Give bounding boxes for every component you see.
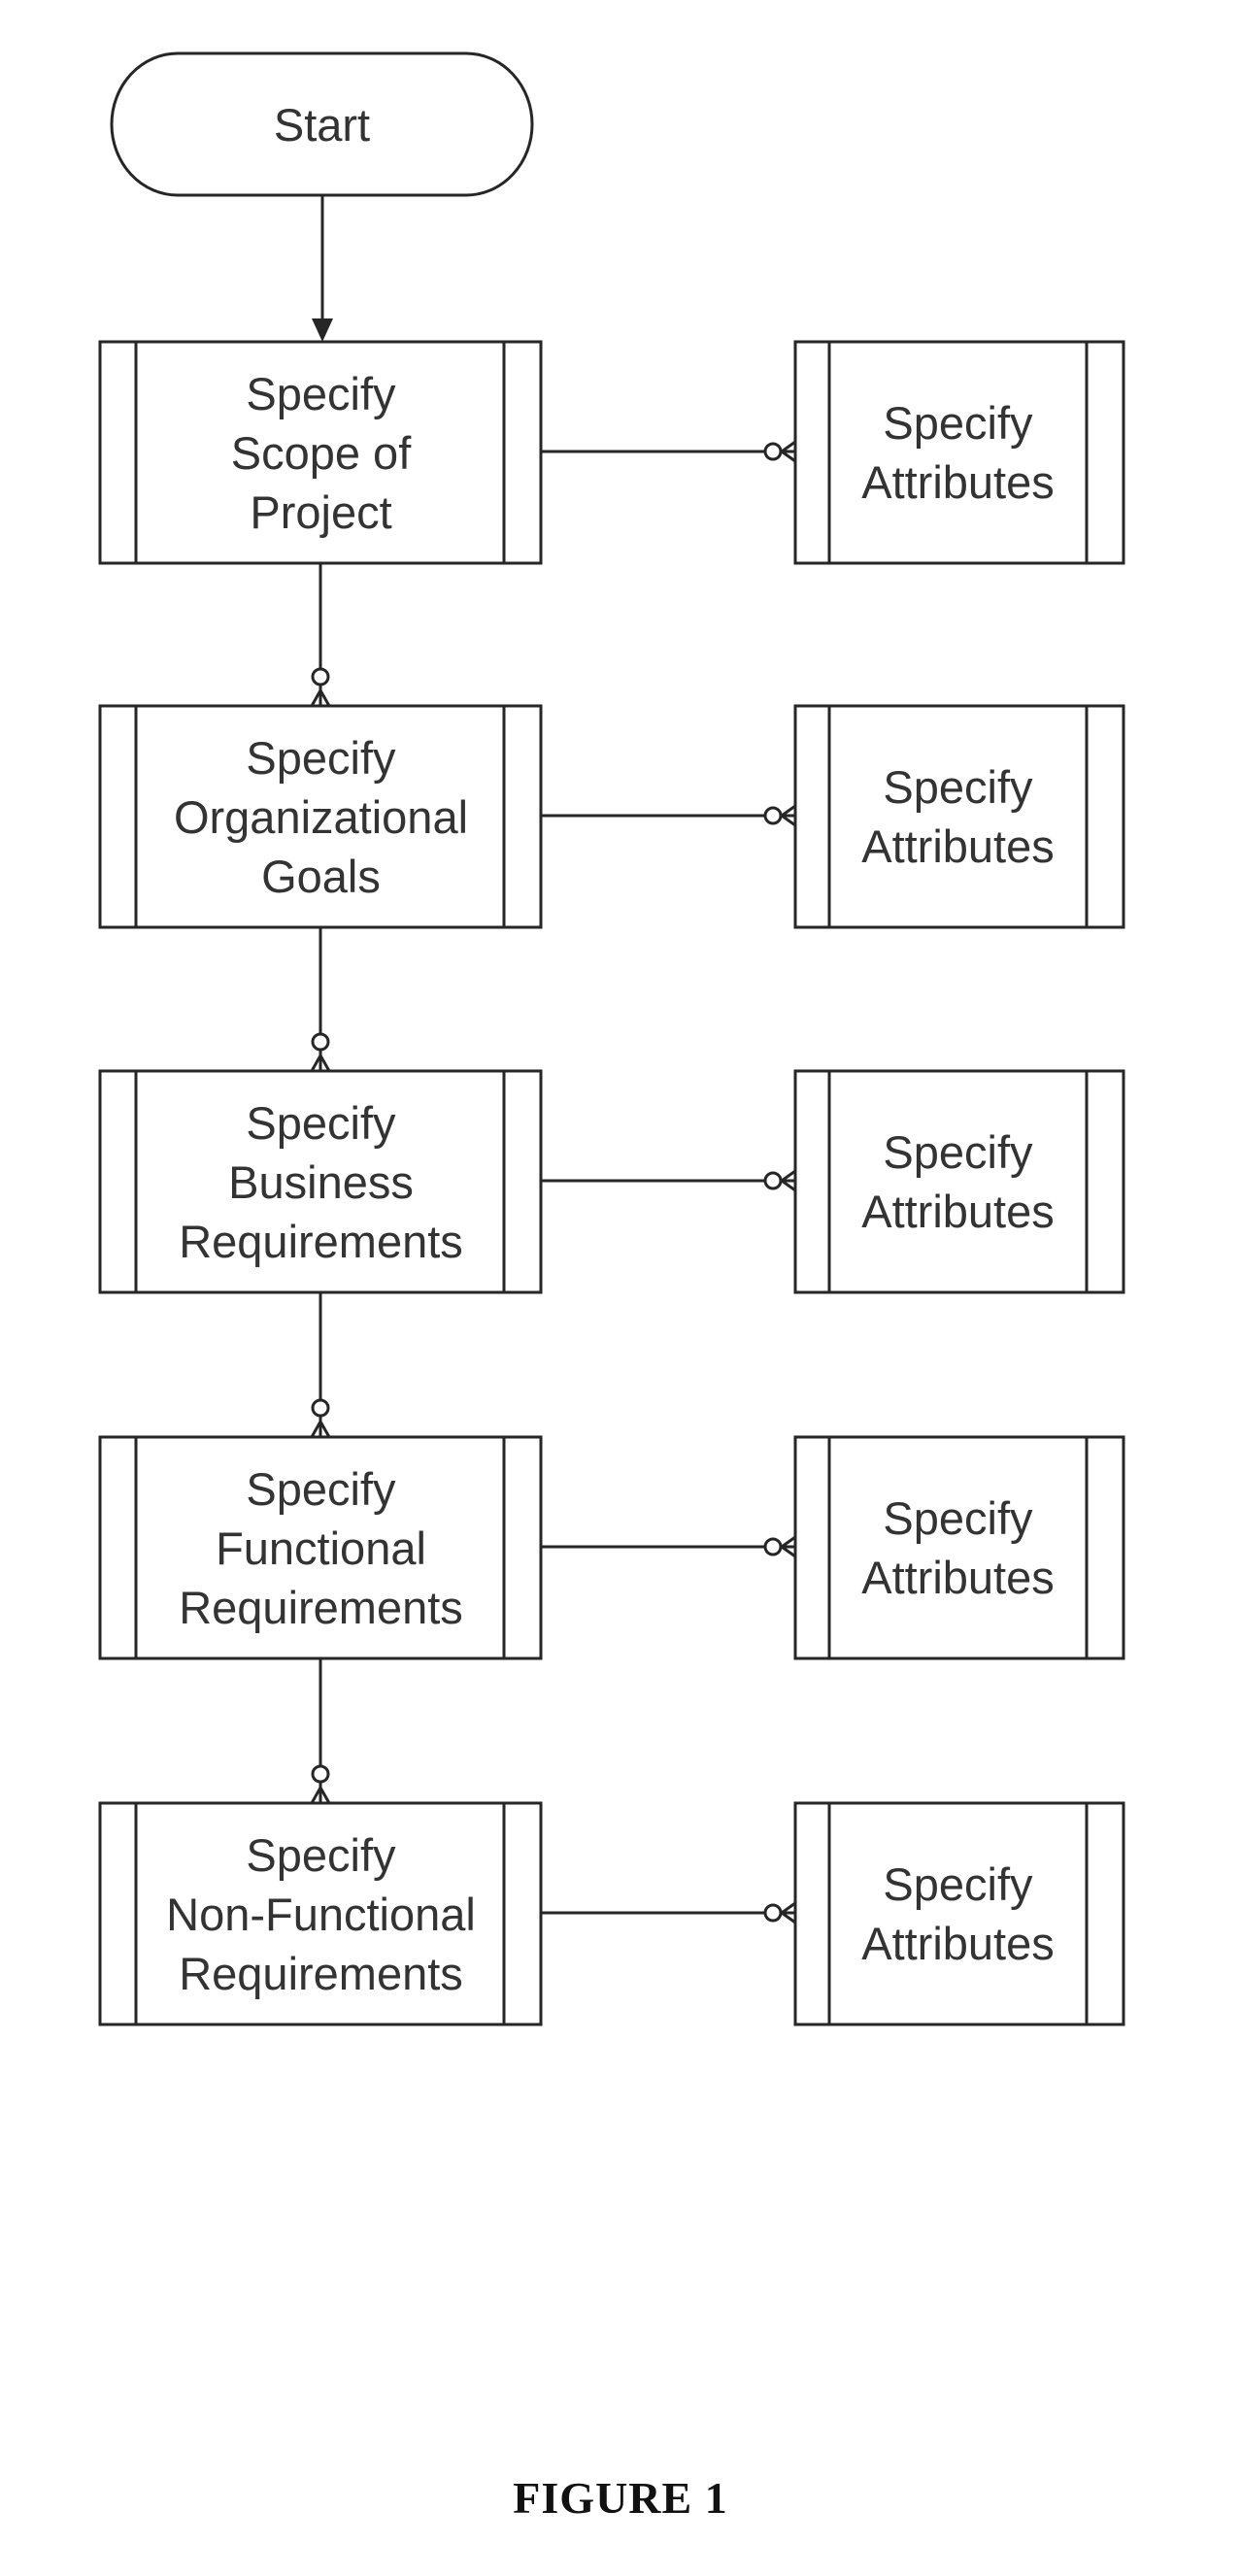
zero-optionality-icon — [763, 1903, 783, 1923]
zero-optionality-icon — [311, 1764, 330, 1784]
step-1-attributes-label: Specify Attributes — [861, 397, 1055, 508]
step-3-attributes-label: Specify Attributes — [861, 1126, 1055, 1237]
zero-optionality-icon — [311, 1398, 330, 1418]
step-5-label: Specify Non-Functional Requirements — [166, 1828, 476, 1999]
zero-optionality-icon — [311, 1032, 330, 1052]
zero-optionality-icon — [763, 442, 783, 461]
figure-canvas: Start Specify Scope of Project Specify A… — [0, 0, 1241, 2576]
step-2-attributes-label: Specify Attributes — [861, 761, 1055, 872]
step-3-label: Specify Business Requirements — [179, 1096, 463, 1267]
start-label: Start — [273, 98, 371, 151]
step-5-attributes-label: Specify Attributes — [861, 1858, 1055, 1969]
zero-optionality-icon — [763, 1537, 783, 1556]
step-4-label: Specify Functional Requirements — [179, 1462, 463, 1633]
zero-optionality-icon — [763, 806, 783, 825]
step-4-attributes-label: Specify Attributes — [861, 1492, 1055, 1603]
figure-caption: FIGURE 1 — [513, 2473, 728, 2523]
arrow-head-icon — [312, 318, 333, 342]
step-1-label: Specify Scope of Project — [230, 367, 412, 538]
zero-optionality-icon — [763, 1171, 783, 1190]
zero-optionality-icon — [311, 667, 330, 686]
step-2-label: Specify Organizational Goals — [173, 731, 469, 902]
